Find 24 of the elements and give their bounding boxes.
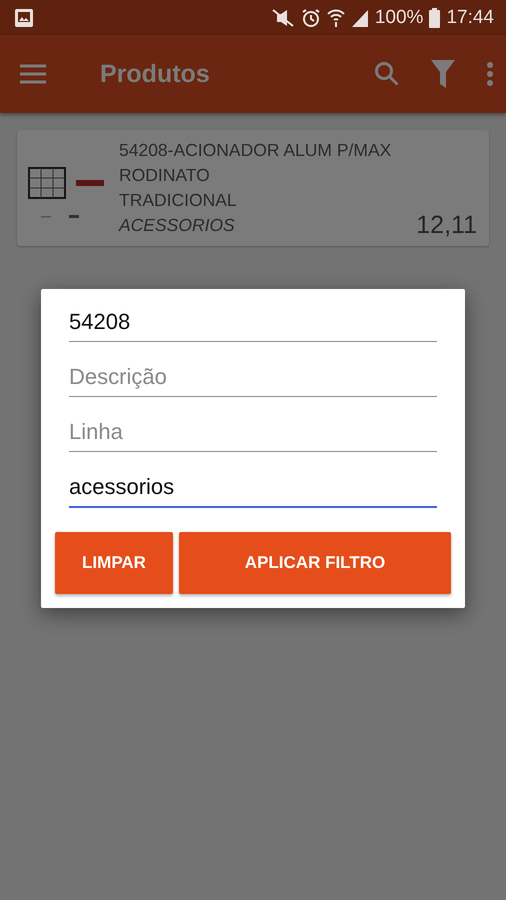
filter-icon[interactable] (430, 59, 456, 89)
more-icon[interactable] (486, 61, 494, 87)
mute-icon (270, 8, 295, 28)
input-field[interactable]: Descrição (69, 358, 437, 397)
gallery-icon (14, 8, 34, 28)
product-line: TRADICIONAL (119, 189, 238, 212)
search-icon[interactable] (374, 61, 400, 87)
input-field[interactable]: Linha (69, 413, 437, 452)
clear-button[interactable]: LIMPAR (55, 532, 173, 594)
product-name: 54208-ACIONADOR ALUM P/MAX RODINATO (119, 139, 392, 187)
signal-icon (350, 8, 369, 28)
battery-icon (429, 8, 440, 28)
clock: 17:44 (446, 6, 494, 28)
battery-level: 100% (374, 6, 424, 28)
input-field[interactable]: 54208 (69, 303, 437, 342)
input-field[interactable]: acessorios (69, 468, 437, 508)
product-category: ACESSORIOS (119, 214, 236, 237)
product-card[interactable]: 54208-ACIONADOR ALUM P/MAX RODINATO TRADICIONAL ACESSORIOS 12,11 (17, 130, 489, 246)
menu-icon[interactable] (18, 63, 48, 85)
screen-title: Produtos (100, 60, 211, 88)
wifi-icon (326, 8, 345, 28)
product-price: 12,11 (416, 213, 477, 238)
apply-filter-button[interactable]: APLICAR FILTRO (179, 532, 451, 594)
alarm-icon (300, 8, 321, 28)
